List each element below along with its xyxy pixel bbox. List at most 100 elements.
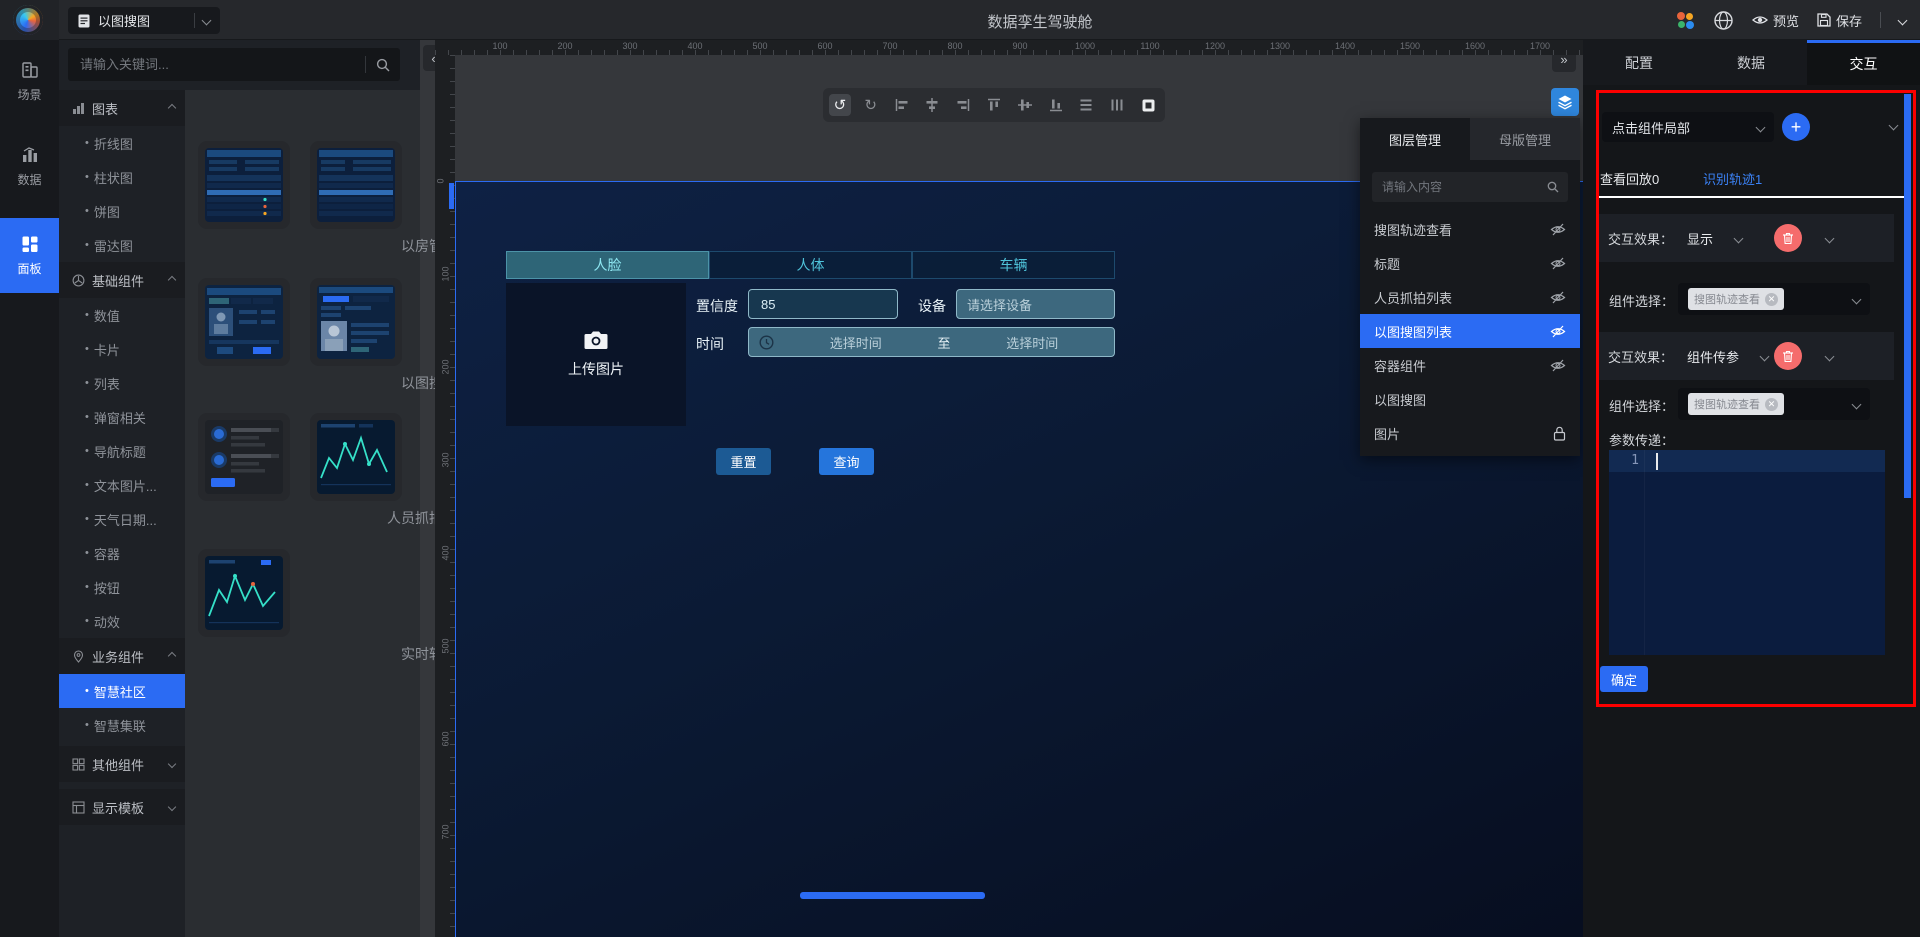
category-item-weather-date[interactable]: 天气日期... (59, 502, 185, 536)
component-thumb-flood-wall[interactable] (310, 141, 402, 229)
remove-tag-icon[interactable]: ✕ (1765, 293, 1778, 306)
theme-colors-icon[interactable] (1675, 10, 1695, 30)
event-tab-playback[interactable]: 查看回放0 (1600, 169, 1659, 188)
component-thumb-search-trace[interactable] (310, 413, 402, 501)
canvas-horizontal-scrollbar[interactable] (800, 892, 985, 899)
form-tab-vehicle[interactable]: 车辆 (912, 251, 1115, 279)
remove-tag-icon[interactable]: ✕ (1765, 398, 1778, 411)
params-code-editor[interactable]: 1 (1609, 450, 1885, 655)
tab-data[interactable]: 数据 (1695, 40, 1807, 85)
redo-icon[interactable]: ↻ (860, 94, 882, 116)
layers-search-input[interactable] (1372, 180, 1547, 194)
search-icon[interactable] (1547, 181, 1568, 193)
form-tab-body[interactable]: 人体 (709, 251, 912, 279)
add-interaction-button[interactable]: + (1782, 113, 1810, 141)
chevron-down-icon[interactable] (202, 16, 212, 26)
collapse-effect-icon[interactable] (1825, 351, 1835, 361)
globe-icon[interactable] (1713, 10, 1734, 31)
align-bottom-icon[interactable] (1045, 94, 1067, 116)
eye-off-icon[interactable] (1550, 359, 1566, 372)
component-select-1[interactable]: 搜图轨迹查看 ✕ (1678, 283, 1870, 315)
form-tab-face[interactable]: 人脸 (506, 251, 709, 279)
category-header-templates[interactable]: 显示模板 (59, 789, 185, 825)
layer-row-capture-list[interactable]: 人员抓拍列表 (1360, 280, 1580, 314)
distribute-horizontal-icon[interactable] (1106, 94, 1128, 116)
chevron-down-icon[interactable] (1760, 351, 1770, 361)
nav-item-data[interactable]: 数据 (0, 133, 59, 200)
category-item-smart-community[interactable]: 智慧社区 (59, 674, 185, 708)
category-item-container[interactable]: 容器 (59, 536, 185, 570)
event-tab-recognize-trace[interactable]: 识别轨迹1 (1703, 169, 1762, 188)
eye-off-icon[interactable] (1550, 257, 1566, 270)
confirm-button[interactable]: 确定 (1600, 666, 1648, 692)
eye-off-icon[interactable] (1550, 291, 1566, 304)
chevron-down-icon[interactable] (1734, 233, 1744, 243)
delete-effect-button[interactable] (1774, 342, 1802, 370)
nav-item-panel[interactable]: 面板 (0, 218, 59, 293)
component-thumb-image-search[interactable] (198, 278, 290, 366)
eye-off-icon[interactable] (1550, 325, 1566, 338)
search-icon[interactable] (366, 58, 400, 72)
category-item-nav-title[interactable]: 导航标题 (59, 434, 185, 468)
upload-image-dropzone[interactable]: 上传图片 (506, 283, 686, 426)
align-right-icon[interactable] (952, 94, 974, 116)
category-item-number[interactable]: 数值 (59, 298, 185, 332)
device-select[interactable]: 请选择设备 (956, 289, 1115, 319)
save-button[interactable]: 保存 (1817, 11, 1862, 30)
layers-toggle-button[interactable] (1551, 88, 1579, 116)
reset-button[interactable]: 重置 (716, 448, 771, 475)
layer-row-search-trace-view[interactable]: 搜图轨迹查看 (1360, 212, 1580, 246)
time-range-picker[interactable]: 选择时间 至 选择时间 (748, 327, 1115, 357)
category-item-smart-link[interactable]: 智慧集联 (59, 708, 185, 742)
lock-icon[interactable] (1553, 426, 1566, 441)
confidence-input[interactable]: 85 (748, 289, 898, 319)
effect-value-select[interactable]: 组件传参 (1687, 347, 1739, 366)
effect-value-select[interactable]: 显示 (1687, 229, 1713, 248)
category-item-popup[interactable]: 弹窗相关 (59, 400, 185, 434)
category-item-animation[interactable]: 动效 (59, 604, 185, 638)
category-header-charts[interactable]: 图表 (59, 90, 185, 126)
query-button[interactable]: 查询 (819, 448, 874, 475)
tab-layer-management[interactable]: 图层管理 (1360, 118, 1470, 160)
nav-item-scene[interactable]: 场景 (0, 48, 59, 115)
category-item-list[interactable]: 列表 (59, 366, 185, 400)
align-center-horizontal-icon[interactable] (921, 94, 943, 116)
library-search[interactable] (68, 48, 400, 81)
align-top-icon[interactable] (983, 94, 1005, 116)
category-item-radar-chart[interactable]: 雷达图 (59, 228, 185, 262)
category-item-pie-chart[interactable]: 饼图 (59, 194, 185, 228)
undo-icon[interactable]: ↺ (829, 94, 851, 116)
preview-button[interactable]: 预览 (1752, 11, 1799, 30)
component-select-2[interactable]: 搜图轨迹查看 ✕ (1678, 388, 1870, 420)
component-thumb-image-search-list[interactable] (310, 278, 402, 366)
component-thumb-capture-list[interactable] (198, 413, 290, 501)
component-thumb-realtime-trace[interactable] (198, 549, 290, 637)
category-header-basic[interactable]: 基础组件 (59, 262, 185, 298)
eye-off-icon[interactable] (1550, 223, 1566, 236)
align-middle-icon[interactable] (1014, 94, 1036, 116)
delete-effect-button[interactable] (1774, 224, 1802, 252)
library-search-input[interactable] (68, 57, 365, 72)
layers-search[interactable] (1372, 172, 1568, 202)
tab-interaction[interactable]: 交互 (1807, 40, 1920, 85)
tab-master-management[interactable]: 母版管理 (1470, 118, 1580, 160)
category-item-card[interactable]: 卡片 (59, 332, 185, 366)
layer-row-container[interactable]: 容器组件 (1360, 348, 1580, 382)
project-selector[interactable]: 以图搜图 (68, 7, 220, 34)
layer-row-image-search[interactable]: 以图搜图 (1360, 382, 1580, 416)
trigger-type-select[interactable]: 点击组件局部 (1602, 112, 1774, 142)
layer-row-title[interactable]: 标题 (1360, 246, 1580, 280)
tab-config[interactable]: 配置 (1583, 40, 1695, 85)
group-icon[interactable] (1137, 94, 1159, 116)
layer-row-image-search-list[interactable]: 以图搜图列表 (1360, 314, 1580, 348)
distribute-vertical-icon[interactable] (1076, 94, 1098, 116)
category-item-button[interactable]: 按钮 (59, 570, 185, 604)
align-left-icon[interactable] (891, 94, 913, 116)
category-header-other[interactable]: 其他组件 (59, 746, 185, 782)
collapse-effect-icon[interactable] (1825, 233, 1835, 243)
category-item-line-chart[interactable]: 折线图 (59, 126, 185, 160)
category-header-business[interactable]: 业务组件 (59, 638, 185, 674)
category-item-bar-chart[interactable]: 柱状图 (59, 160, 185, 194)
chevron-down-icon[interactable] (1898, 15, 1908, 25)
config-panel-scrollbar[interactable] (1904, 94, 1911, 498)
